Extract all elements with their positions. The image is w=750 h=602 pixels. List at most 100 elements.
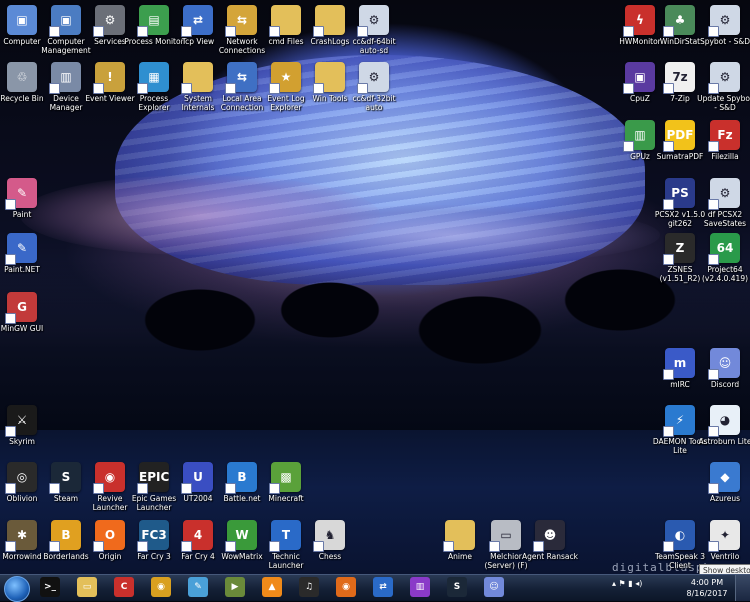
drive-icon: ▭: [489, 520, 521, 552]
astroburn-icon: ◕: [708, 405, 740, 437]
mirc-icon: m: [663, 348, 695, 380]
folder-icon: [313, 5, 345, 37]
revive-icon: ◉: [93, 462, 125, 494]
start-button[interactable]: [4, 576, 30, 602]
device-manager-icon: ▥: [49, 62, 81, 94]
desktop-icon[interactable]: ✎ Paint: [0, 178, 52, 236]
clock-date: 8/16/2017: [686, 589, 728, 598]
epic-icon: EPIC: [137, 462, 169, 494]
script-icon: ⚙: [357, 5, 389, 37]
desktop: digitalblasphe ▣ Computer ▣ Computer Manage…: [0, 0, 750, 574]
desktop-icon[interactable]: ⚙ df PCSX2 SaveStates: [695, 178, 750, 236]
desktop-icon-label: Skyrim: [9, 437, 35, 446]
windirstat-icon: ♣: [663, 5, 695, 37]
desktop-icon[interactable]: ⚙ cc&df-64bit auto-sd: [344, 5, 404, 63]
network-connections-icon: ⇆: [225, 5, 257, 37]
notification-area[interactable]: ▴ ⚑ ▮ ◂): [612, 579, 657, 597]
desktop-icon-label: Azureus: [709, 494, 740, 503]
desktop-icon[interactable]: 64 Project64 (v2.4.0.419): [695, 233, 750, 291]
folder-icon: [313, 62, 345, 94]
desktop-icon-label: Paint: [12, 210, 32, 219]
desktop-icon-label: MinGW GUI: [0, 324, 44, 333]
desktop-icon[interactable]: Fz Filezilla: [695, 120, 750, 178]
process-monitor-icon: ▤: [137, 5, 169, 37]
desktop-icon[interactable]: ♞ Chess: [300, 520, 360, 574]
filezilla-icon: Fz: [708, 120, 740, 152]
winrar-icon[interactable]: ▥: [410, 577, 430, 597]
winamp-icon[interactable]: ▶: [225, 577, 245, 597]
sumatra-icon: PDF: [663, 120, 695, 152]
teamviewer-icon[interactable]: ⇄: [373, 577, 393, 597]
show-desktop-button[interactable]: [735, 575, 750, 601]
foobar-icon[interactable]: ♫: [299, 577, 319, 597]
desktop-icon-label: Ventrilo: [710, 552, 740, 561]
desktop-icon[interactable]: ⚔ Skyrim: [0, 405, 52, 463]
ccleaner-icon[interactable]: C: [114, 577, 134, 597]
origin-icon: O: [93, 520, 125, 552]
spybot-update-icon: ⚙: [708, 62, 740, 94]
desktop-icon[interactable]: ◆ Azureus: [695, 462, 750, 520]
script-icon: ⚙: [708, 178, 740, 210]
lan-icon: ⇆: [225, 62, 257, 94]
borderlands-icon: B: [49, 520, 81, 552]
folder-icon: [443, 520, 475, 552]
oblivion-icon: ◎: [5, 462, 37, 494]
cmd-icon[interactable]: >_: [40, 577, 60, 597]
desktop-icon-label: Astroburn Lite: [698, 437, 750, 446]
zsnes-icon: Z: [663, 233, 695, 265]
computer-management-icon: ▣: [49, 5, 81, 37]
desktop-icon-label: cc&df-32bit auto: [352, 94, 396, 112]
process-explorer-icon: ▦: [137, 62, 169, 94]
clock[interactable]: 4:00 PM 8/16/2017: [685, 577, 729, 599]
farcry4-icon: 4: [181, 520, 213, 552]
agent-ransack-icon: ☻: [533, 520, 565, 552]
steam-icon[interactable]: S: [447, 577, 467, 597]
event-viewer-icon: !: [93, 62, 125, 94]
desktop-icon[interactable]: ◕ Astroburn Lite: [695, 405, 750, 463]
minecraft-icon: ▩: [269, 462, 301, 494]
desktop-icon-label: Minecraft: [268, 494, 304, 503]
desktop-icon[interactable]: ⚙ Update Spybot - S&D: [695, 62, 750, 120]
clock-time: 4:00 PM: [690, 578, 724, 587]
desktop-icon[interactable]: ✎ Paint.NET: [0, 233, 52, 291]
desktop-icon[interactable]: G MinGW GUI: [0, 292, 52, 350]
desktop-icon[interactable]: ⚙ cc&df-32bit auto: [344, 62, 404, 120]
discord-icon[interactable]: ☺: [484, 577, 504, 597]
desktop-icon-label: df PCSX2 SaveStates: [703, 210, 747, 228]
computer-icon: ▣: [7, 5, 37, 35]
desktop-icon-label: Discord: [710, 380, 740, 389]
daemon-tools-icon: ⚡: [663, 405, 695, 437]
desktop-icon-label: Agent Ransack: [522, 552, 578, 561]
network-icon: ⇄: [181, 5, 213, 37]
desktop-icon[interactable]: ▩ Minecraft: [256, 462, 316, 520]
steam-icon: S: [49, 462, 81, 494]
paint-icon: ✎: [5, 178, 37, 210]
explorer-icon[interactable]: ▭: [77, 577, 97, 597]
notepad-icon[interactable]: ✎: [188, 577, 208, 597]
teamspeak-icon: ◐: [663, 520, 695, 552]
farcry3-icon: FC3: [137, 520, 169, 552]
pcsx2-icon: PS: [663, 178, 695, 210]
wowmatrix-icon: W: [225, 520, 257, 552]
battlenet-icon: B: [225, 462, 257, 494]
folder-icon: [181, 62, 213, 94]
taskbar: >_ ▭ C ◉ ✎ ▶ ▲ ♫ ◉ ⇄ ▥ S ☺ ▴ ⚑ ▮ ◂) 4:00 PM 8/16/201…: [0, 574, 750, 602]
paintnet-icon: ✎: [5, 233, 37, 265]
spybot-icon: ⚙: [708, 5, 740, 37]
azureus-icon: ◆: [708, 462, 740, 494]
skyrim-icon: ⚔: [5, 405, 37, 437]
desktop-icon-label: Update Spybot - S&D: [697, 94, 750, 112]
mingw-icon: G: [5, 292, 37, 324]
desktop-icon-label: Filezilla: [711, 152, 739, 161]
desktop-icon-label: Spybot - S&D: [699, 37, 750, 46]
desktop-icon[interactable]: ☻ Agent Ransack: [520, 520, 580, 574]
desktop-icon-label: Project64 (v2.4.0.419): [701, 265, 749, 283]
discord-icon: ☺: [708, 348, 740, 380]
vlc-icon[interactable]: ▲: [262, 577, 282, 597]
desktop-icon[interactable]: ☺ Discord: [695, 348, 750, 406]
chrome-icon[interactable]: ◉: [151, 577, 171, 597]
wallpaper-cloud: [240, 205, 660, 265]
technic-icon: T: [269, 520, 301, 552]
firefox-icon[interactable]: ◉: [336, 577, 356, 597]
desktop-icon[interactable]: ⚙ Spybot - S&D: [695, 5, 750, 63]
